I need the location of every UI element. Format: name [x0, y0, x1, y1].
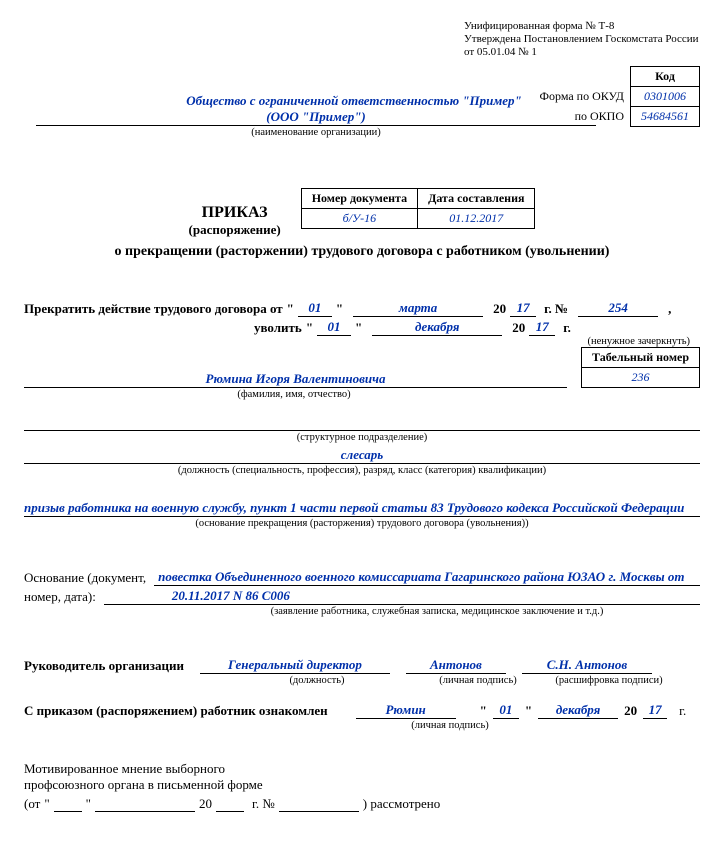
terminate-month2: декабря	[372, 319, 502, 336]
quote-open: "	[306, 320, 313, 336]
head-decode-hint: (расшифровка подписи)	[544, 675, 674, 686]
doc-num-value: б/У-16	[301, 208, 417, 228]
ack-day: 01	[493, 702, 519, 719]
terminate-yy2: 17	[529, 319, 555, 336]
basis-text1: повестка Объединенного военного комиссар…	[154, 569, 700, 586]
dept-line	[24, 414, 700, 431]
ack-row: С приказом (распоряжением) работник озна…	[24, 702, 700, 719]
dismiss-prefix: уволить	[254, 320, 302, 336]
ack-yy: 17	[643, 702, 667, 719]
fio-hint: (фамилия, имя, отчество)	[24, 389, 564, 400]
comma: ,	[668, 301, 671, 317]
head-hints: (должность) (личная подпись) (расшифровк…	[24, 674, 700, 686]
tn-value: 236	[581, 367, 699, 387]
quote-close: "	[336, 301, 343, 317]
employee-row: Рюмина Игоря Валентиновича Табельный ном…	[24, 363, 700, 388]
doc-subtitle: (распоряжение)	[189, 222, 281, 238]
head-position: Генеральный директор	[200, 657, 390, 674]
union-num	[279, 795, 359, 812]
union-considered: ) рассмотрено	[363, 796, 441, 812]
position-line: слесарь	[24, 447, 700, 464]
twenty: 20	[199, 796, 212, 812]
ack-month: декабря	[538, 702, 618, 719]
position-hint: (должность (специальность, профессия), р…	[24, 465, 700, 476]
terminate-block: Прекратить действие трудового договора о…	[24, 300, 700, 347]
basis-label2: номер, дата):	[24, 589, 96, 605]
doc-date-value: 01.12.2017	[418, 208, 535, 228]
quote-open: "	[287, 301, 294, 317]
head-sign: Антонов	[406, 657, 506, 674]
union-g-num: г. №	[252, 796, 275, 812]
terminate-day2: 01	[317, 319, 351, 336]
union-from: (от	[24, 796, 40, 812]
basis-hint: (заявление работника, служебная записка,…	[24, 606, 700, 617]
org-hint: (наименование организации)	[36, 127, 596, 138]
ack-hints: (личная подпись)	[24, 719, 700, 731]
quote-close: "	[355, 320, 362, 336]
year-suffix: г.	[563, 320, 571, 336]
org-name-line1: Общество с ограниченной ответственностью…	[124, 93, 584, 109]
org-name-line2: (ООО "Пример")	[36, 109, 596, 126]
terminate-hint: (ненужное зачеркнуть)	[24, 336, 700, 347]
quote-open: "	[44, 796, 49, 812]
head-decode: С.Н. Антонов	[522, 657, 652, 674]
terminate-yy1: 17	[510, 300, 536, 317]
union-line1: Мотивированное мнение выборного	[24, 761, 700, 777]
form-meta: Унифицированная форма № Т-8 Утверждена П…	[24, 20, 700, 60]
employee-fio: Рюмина Игоря Валентиновича	[24, 371, 567, 388]
codes-header: Код	[631, 66, 700, 86]
union-month	[95, 795, 195, 812]
okud-label: Форма по ОКУД	[530, 86, 631, 106]
twenty: 20	[512, 320, 525, 336]
org-name-row2: (ООО "Пример") (наименование организации…	[36, 109, 596, 138]
quote-close: "	[525, 703, 532, 719]
twenty: 20	[624, 703, 637, 719]
ack-sign: Рюмин	[356, 702, 456, 719]
terminate-prefix: Прекратить действие трудового договора о…	[24, 301, 283, 317]
title-row: ПРИКАЗ (распоряжение) Номер документа Да…	[24, 188, 700, 238]
doc-title: ПРИКАЗ	[189, 204, 281, 222]
union-line2: профсоюзного органа в письменной форме	[24, 777, 700, 793]
terminate-line2: уволить " 01 " декабря 20 17 г.	[24, 319, 700, 336]
tn-table: Табельный номер 236	[581, 347, 700, 388]
doc-num-header: Номер документа	[301, 188, 417, 208]
ack-label: С приказом (распоряжением) работник озна…	[24, 703, 328, 719]
doc-title-line: о прекращении (расторжении) трудового до…	[24, 244, 700, 260]
terminate-month1: марта	[353, 300, 483, 317]
terminate-line1: Прекратить действие трудового договора о…	[24, 300, 700, 317]
head-label: Руководитель организации	[24, 658, 184, 674]
union-block: Мотивированное мнение выборного профсоюз…	[24, 761, 700, 812]
tn-header: Табельный номер	[581, 347, 699, 367]
quote-open: "	[480, 703, 487, 719]
reason-line: призыв работника на военную службу, пунк…	[24, 500, 700, 517]
quote-close: "	[86, 796, 91, 812]
doc-date-header: Дата составления	[418, 188, 535, 208]
form-code-line: Унифицированная форма № Т-8	[464, 20, 700, 33]
num-label: г. №	[544, 301, 568, 317]
okpo-value: 54684561	[631, 106, 700, 126]
dept-hint: (структурное подразделение)	[24, 432, 700, 443]
contract-num: 254	[578, 300, 658, 317]
head-row: Руководитель организации Генеральный дир…	[24, 657, 700, 674]
basis-label1: Основание (документ,	[24, 570, 146, 586]
union-day	[54, 795, 82, 812]
basis-block: Основание (документ, повестка Объединенн…	[24, 569, 700, 617]
basis-text2: 20.11.2017 N 86 С006	[104, 588, 700, 605]
org-block: Общество с ограниченной ответственностью…	[124, 93, 584, 109]
twenty: 20	[493, 301, 506, 317]
ack-sign-hint: (личная подпись)	[400, 720, 500, 731]
form-approved-line: Утверждена Постановлением Госкомстата Ро…	[464, 33, 700, 46]
reason-hint: (основание прекращения (расторжения) тру…	[24, 518, 700, 529]
codes-table: Код Форма по ОКУД 0301006 по ОКПО 546845…	[530, 66, 700, 127]
union-yy	[216, 795, 244, 812]
ack-g: г.	[679, 703, 686, 719]
head-sign-hint: (личная подпись)	[428, 675, 528, 686]
head-position-hint: (должность)	[222, 675, 412, 686]
doc-number-table: Номер документа Дата составления б/У-16 …	[301, 188, 536, 229]
terminate-day1: 01	[298, 300, 332, 317]
okpo-label: по ОКПО	[530, 106, 631, 126]
okud-value: 0301006	[631, 86, 700, 106]
form-date-line: от 05.01.04 № 1	[464, 46, 700, 59]
